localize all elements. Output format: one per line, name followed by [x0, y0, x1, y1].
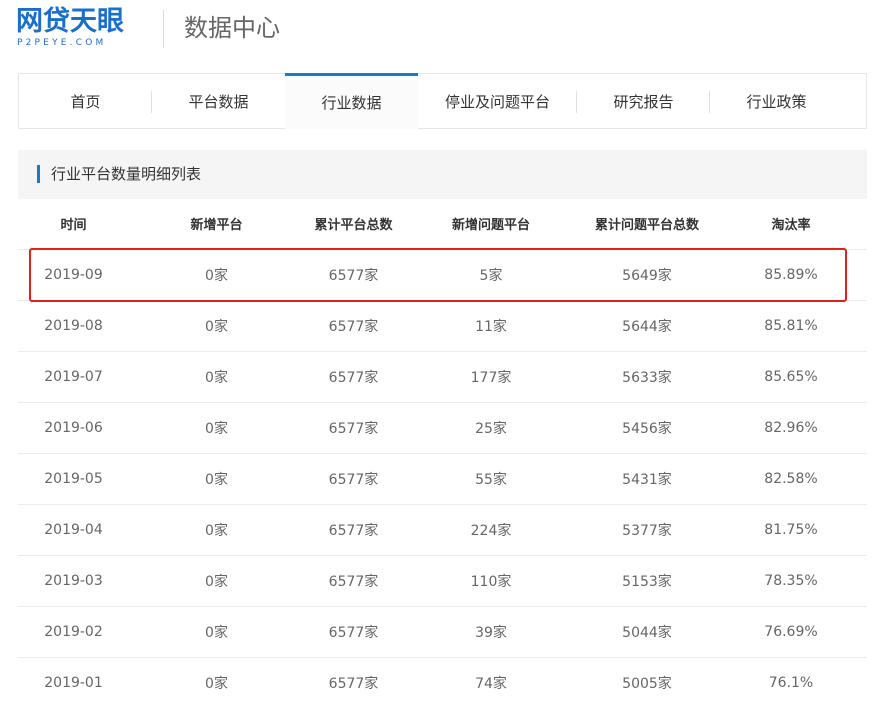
- tab-home[interactable]: 首页: [19, 74, 152, 128]
- tab-problem-platforms[interactable]: 停业及问题平台: [418, 74, 577, 128]
- cell-total-problem-platforms: 5644家: [579, 300, 715, 352]
- cell-new-platforms: 0家: [129, 249, 304, 301]
- cell-new-platforms: 0家: [129, 606, 304, 658]
- col-header-total-problem-platforms: 累计问题平台总数: [579, 199, 715, 250]
- tab-label: 行业政策: [746, 92, 807, 111]
- cell-new-problem-platforms: 110家: [403, 555, 579, 607]
- panel-title: 行业平台数量明细列表: [51, 165, 202, 183]
- cell-new-platforms: 0家: [129, 555, 304, 607]
- cell-new-problem-platforms: 74家: [403, 657, 579, 702]
- tab-industry-data[interactable]: 行业数据: [285, 73, 418, 129]
- cell-time: 2019-07: [18, 351, 129, 403]
- cell-total-platforms: 6577家: [304, 351, 403, 403]
- table-row: 2019-06 0家 6577家 25家 5456家 82.96%: [18, 402, 867, 454]
- tab-platform-data[interactable]: 平台数据: [152, 74, 285, 128]
- col-header-elimination-rate: 淘汰率: [715, 199, 867, 250]
- cell-new-problem-platforms: 177家: [403, 351, 579, 403]
- cell-time: 2019-02: [18, 606, 129, 658]
- cell-new-platforms: 0家: [129, 453, 304, 505]
- cell-elimination-rate: 81.75%: [715, 504, 867, 556]
- table-row: 2019-03 0家 6577家 110家 5153家 78.35%: [18, 555, 867, 607]
- cell-time: 2019-04: [18, 504, 129, 556]
- cell-time: 2019-06: [18, 402, 129, 454]
- cell-elimination-rate: 82.58%: [715, 453, 867, 505]
- cell-time: 2019-03: [18, 555, 129, 607]
- table-row: 2019-04 0家 6577家 224家 5377家 81.75%: [18, 504, 867, 556]
- cell-elimination-rate: 76.69%: [715, 606, 867, 658]
- panel-accent-bar: [37, 165, 40, 183]
- tab-label: 行业数据: [321, 94, 382, 112]
- cell-total-platforms: 6577家: [304, 300, 403, 352]
- col-header-total-platforms: 累计平台总数: [304, 199, 403, 250]
- cell-total-platforms: 6577家: [304, 606, 403, 658]
- logo-domain: P2PEYE.COM: [17, 38, 107, 48]
- p2peye-logo[interactable]: 网贷天眼 P2PEYE.COM: [16, 6, 144, 50]
- table-row: 2019-02 0家 6577家 39家 5044家 76.69%: [18, 606, 867, 658]
- cell-time: 2019-05: [18, 453, 129, 505]
- tab-label: 首页: [70, 92, 101, 111]
- cell-new-problem-platforms: 224家: [403, 504, 579, 556]
- cell-total-problem-platforms: 5005家: [579, 657, 715, 702]
- cell-total-problem-platforms: 5431家: [579, 453, 715, 505]
- site-header: 网贷天眼 P2PEYE.COM 数据中心: [0, 0, 883, 62]
- cell-total-platforms: 6577家: [304, 402, 403, 454]
- cell-new-platforms: 0家: [129, 351, 304, 403]
- col-header-new-problem-platforms: 新增问题平台: [403, 199, 579, 250]
- cell-new-problem-platforms: 11家: [403, 300, 579, 352]
- cell-new-platforms: 0家: [129, 657, 304, 702]
- cell-new-platforms: 0家: [129, 300, 304, 352]
- table-row: 2019-01 0家 6577家 74家 5005家 76.1%: [18, 657, 867, 702]
- platform-count-panel: 行业平台数量明细列表 时间 新增平台 累计平台总数 新增问题平台 累计问题平台总…: [18, 150, 867, 702]
- logo-wordmark: 网贷天眼: [16, 6, 124, 37]
- cell-total-platforms: 6577家: [304, 657, 403, 702]
- cell-elimination-rate: 78.35%: [715, 555, 867, 607]
- cell-total-problem-platforms: 5456家: [579, 402, 715, 454]
- table-header-row: 时间 新增平台 累计平台总数 新增问题平台 累计问题平台总数 淘汰率: [18, 199, 867, 250]
- cell-total-platforms: 6577家: [304, 555, 403, 607]
- cell-new-platforms: 0家: [129, 402, 304, 454]
- tab-label: 研究报告: [613, 92, 674, 111]
- cell-elimination-rate: 85.65%: [715, 351, 867, 403]
- tab-label: 平台数据: [188, 92, 249, 111]
- panel-header: 行业平台数量明细列表: [18, 150, 867, 199]
- cell-total-problem-platforms: 5633家: [579, 351, 715, 403]
- cell-elimination-rate: 85.81%: [715, 300, 867, 352]
- tab-label: 停业及问题平台: [444, 92, 550, 111]
- main-nav: 首页 平台数据 行业数据 停业及问题平台 研究报告 行业政策: [18, 73, 867, 129]
- header-divider: [163, 10, 164, 48]
- cell-total-problem-platforms: 5044家: [579, 606, 715, 658]
- table-row: 2019-07 0家 6577家 177家 5633家 85.65%: [18, 351, 867, 403]
- table-row: 2019-05 0家 6577家 55家 5431家 82.58%: [18, 453, 867, 505]
- page-title: 数据中心: [184, 14, 280, 42]
- col-header-new-platforms: 新增平台: [129, 199, 304, 250]
- cell-time: 2019-08: [18, 300, 129, 352]
- table-row: 2019-09 0家 6577家 5家 5649家 85.89%: [18, 249, 867, 301]
- table-row: 2019-08 0家 6577家 11家 5644家 85.81%: [18, 300, 867, 352]
- cell-new-problem-platforms: 55家: [403, 453, 579, 505]
- cell-total-platforms: 6577家: [304, 249, 403, 301]
- cell-time: 2019-01: [18, 657, 129, 702]
- cell-total-problem-platforms: 5649家: [579, 249, 715, 301]
- cell-new-problem-platforms: 39家: [403, 606, 579, 658]
- cell-total-platforms: 6577家: [304, 504, 403, 556]
- tab-research-reports[interactable]: 研究报告: [577, 74, 710, 128]
- cell-new-platforms: 0家: [129, 504, 304, 556]
- cell-new-problem-platforms: 25家: [403, 402, 579, 454]
- cell-time: 2019-09: [18, 249, 129, 301]
- cell-new-problem-platforms: 5家: [403, 249, 579, 301]
- cell-elimination-rate: 82.96%: [715, 402, 867, 454]
- cell-total-problem-platforms: 5377家: [579, 504, 715, 556]
- platform-count-table: 时间 新增平台 累计平台总数 新增问题平台 累计问题平台总数 淘汰率 2019-…: [18, 199, 867, 702]
- col-header-time: 时间: [18, 199, 129, 250]
- cell-elimination-rate: 85.89%: [715, 249, 867, 301]
- cell-elimination-rate: 76.1%: [715, 657, 867, 702]
- tab-industry-policy[interactable]: 行业政策: [710, 74, 843, 128]
- cell-total-problem-platforms: 5153家: [579, 555, 715, 607]
- cell-total-platforms: 6577家: [304, 453, 403, 505]
